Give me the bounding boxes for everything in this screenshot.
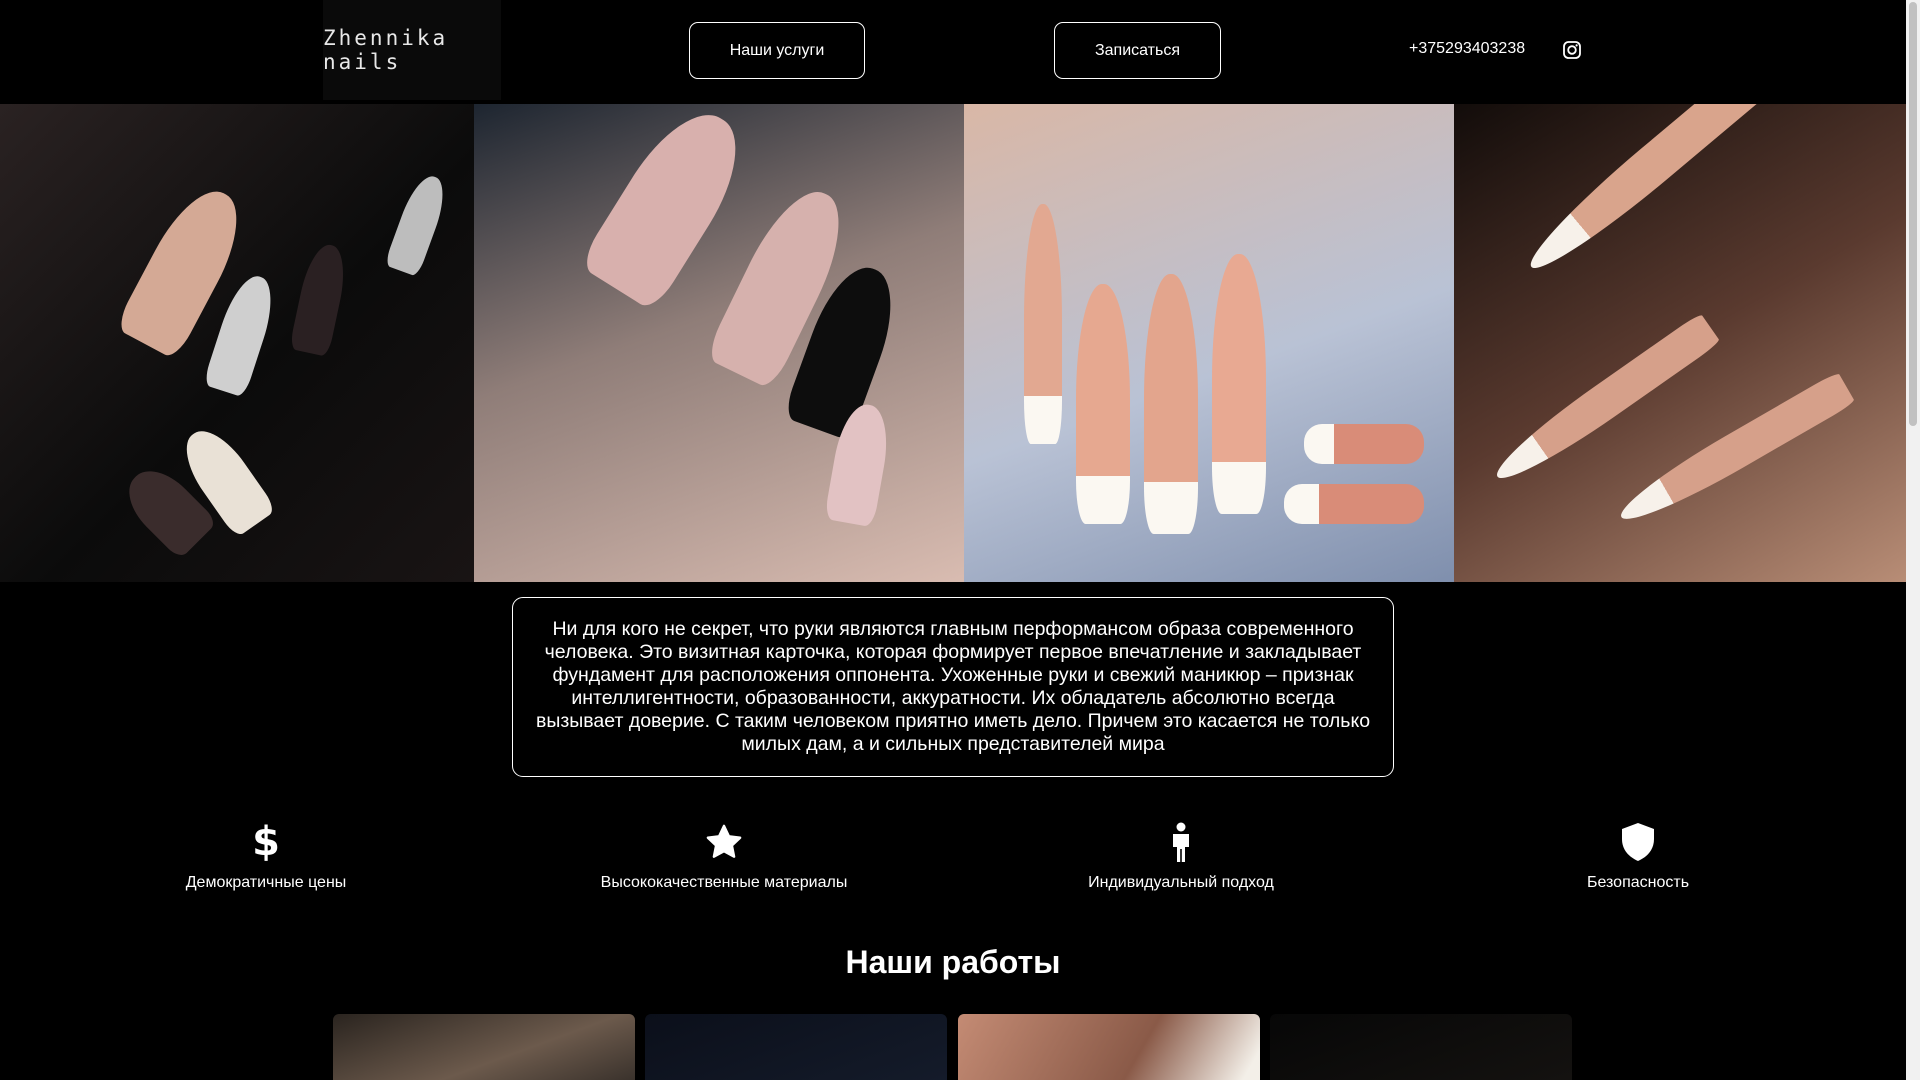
hero-image-white-french-square: [964, 104, 1454, 582]
hero-gallery: [0, 104, 1906, 582]
phone-number[interactable]: +375293403238: [1409, 40, 1525, 58]
shield-icon: [1458, 820, 1818, 864]
dollar-icon: $: [252, 819, 280, 865]
feature-label: Высококачественные материалы: [600, 874, 848, 891]
feature-label: Безопасность: [1586, 874, 1690, 891]
services-button[interactable]: Наши услуги: [689, 22, 865, 79]
works-title: Наши работы: [845, 944, 1061, 980]
features-row: $ Демократичные цены Высококачественные …: [0, 819, 1906, 910]
feature-prices: $ Демократичные цены: [86, 819, 446, 892]
person-icon: [1001, 820, 1361, 864]
work-photo[interactable]: [645, 1014, 947, 1080]
hero-image-white-french-stiletto: [1454, 104, 1906, 582]
scrollbar[interactable]: [1906, 0, 1920, 1080]
site-header: Zhennika nails Наши услуги Записаться +3…: [0, 0, 1906, 104]
instagram-icon[interactable]: [1563, 41, 1581, 59]
feature-individual: Индивидуальный подход: [1001, 820, 1361, 892]
about-text-box: Ни для кого не секрет, что руки являются…: [512, 597, 1394, 777]
feature-label: Демократичные цены: [185, 874, 347, 891]
hero-image-black-art: [0, 104, 474, 582]
feature-materials: Высококачественные материалы: [544, 820, 904, 892]
scrollbar-thumb[interactable]: [1909, 2, 1917, 426]
book-button[interactable]: Записаться: [1054, 22, 1221, 79]
feature-safety: Безопасность: [1458, 820, 1818, 892]
feature-label: Индивидуальный подход: [1088, 874, 1274, 891]
star-icon: [544, 820, 904, 864]
site-logo[interactable]: Zhennika nails: [323, 0, 501, 100]
hero-image-black-french: [474, 104, 964, 582]
work-photo[interactable]: [333, 1014, 635, 1080]
work-photo[interactable]: [1270, 1014, 1572, 1080]
work-photo[interactable]: [958, 1014, 1260, 1080]
